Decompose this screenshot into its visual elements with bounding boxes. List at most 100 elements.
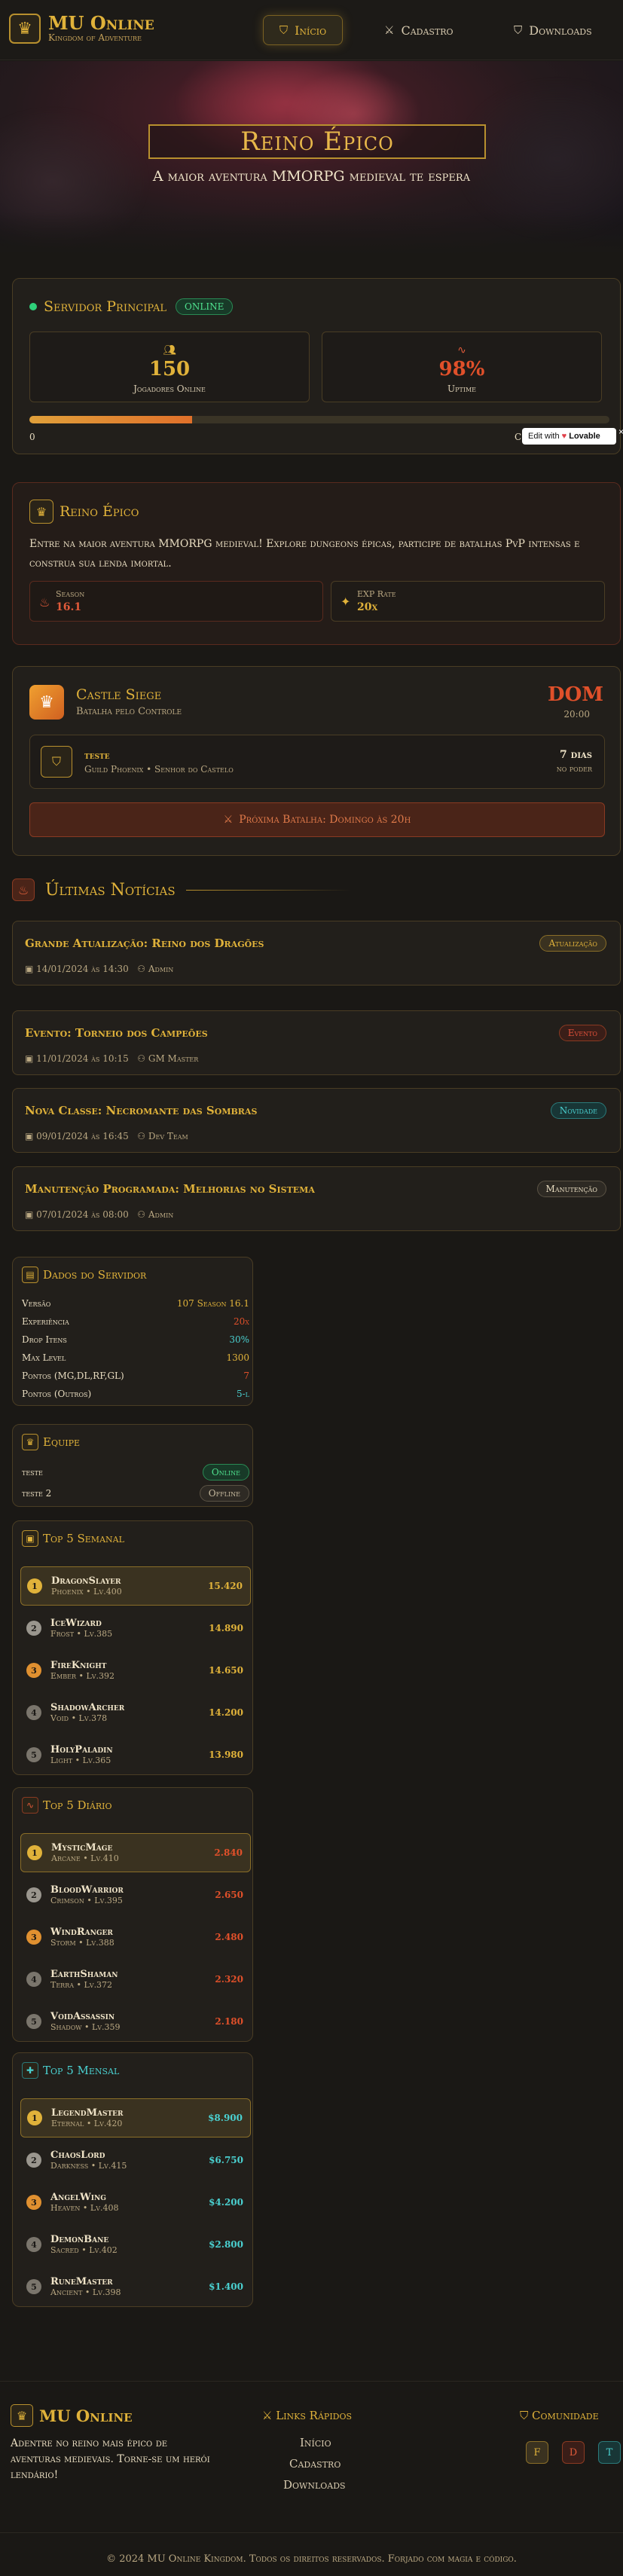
- rank-badge: 2: [26, 1887, 41, 1902]
- user-icon: ⚇: [137, 1131, 146, 1141]
- facebook-button[interactable]: F: [526, 2441, 548, 2464]
- sword-icon: ⚔: [384, 23, 395, 37]
- reign-label: no poder: [556, 764, 592, 774]
- ranking-row[interactable]: 3 WindRanger Storm • Lv.388 2.480: [20, 1917, 251, 1957]
- ranking-row[interactable]: 2 BloodWarrior Crimson • Lv.395 2.650: [20, 1875, 251, 1914]
- player-info: Eternal • Lv.420: [51, 2119, 123, 2128]
- player-info: Ember • Lv.392: [50, 1671, 115, 1681]
- flame-icon: ♨: [39, 595, 50, 610]
- rank-badge: 2: [26, 1621, 41, 1636]
- server-status-card: Servidor Principal ONLINE 👥︎ 150 Jogador…: [12, 278, 623, 454]
- bar-max: C: [515, 432, 522, 442]
- rank-badge: 4: [26, 2237, 41, 2252]
- logo-subtitle: Kingdom of Adventure: [48, 32, 142, 43]
- rank-badge: 2: [26, 2153, 41, 2168]
- twitter-button[interactable]: T: [598, 2441, 621, 2464]
- season-box: ♨ Season 16.1: [29, 581, 323, 622]
- status-dot: [29, 303, 37, 310]
- ranking-row[interactable]: 1 MysticMage Arcane • Lv.410 2.840: [20, 1833, 251, 1872]
- ranking-row[interactable]: 2 ChaosLord Darkness • Lv.415 $6.750: [20, 2141, 251, 2180]
- nav-cadastro[interactable]: ⚔ Cadastro: [371, 15, 467, 45]
- player-info: Arcane • Lv.410: [51, 1853, 119, 1863]
- ranking-row[interactable]: 5 HolyPaladin Light • Lv.365 13.980: [20, 1735, 251, 1774]
- nav-downloads[interactable]: ⛉ Downloads: [500, 15, 606, 45]
- next-battle-button[interactable]: ⚔ Próxima Batalha: Domingo às 20h: [29, 802, 605, 837]
- player-name: IceWizard: [50, 1618, 102, 1629]
- player-name: MysticMage: [51, 1842, 113, 1853]
- sword-icon: ⚔: [223, 814, 234, 826]
- users-icon: 👥︎: [163, 344, 176, 356]
- user-icon: ⚇: [137, 1053, 146, 1064]
- shield-icon: ⛉: [41, 746, 72, 778]
- footer: ♛ MU Online Adentre no reino mais épico …: [0, 2381, 623, 2576]
- ranking-row[interactable]: 1 LegendMaster Eternal • Lv.420 $8.900: [20, 2098, 251, 2137]
- rank-badge: 5: [26, 2014, 41, 2029]
- rank-badge: 5: [26, 2279, 41, 2294]
- owner-guild: Guild Phoenix • Senhor do Castelo: [84, 764, 234, 775]
- shield-icon: ⛉: [520, 2409, 529, 2422]
- server-title: Servidor Principal: [44, 298, 167, 315]
- ranking-row[interactable]: 4 DemonBane Sacred • Lv.402 $2.800: [20, 2225, 251, 2264]
- calendar-icon: ▣: [22, 1530, 38, 1547]
- edit-with-lovable-badge[interactable]: Edit with ♥ Lovable: [522, 428, 616, 445]
- calendar-icon: ▣: [25, 964, 34, 974]
- activity-icon: ∿: [457, 344, 466, 356]
- player-info: Heaven • Lv.408: [50, 2203, 119, 2213]
- player-points: 2.840: [214, 1847, 243, 1858]
- exp-box: ✦ EXP Rate 20x: [331, 581, 605, 622]
- ranking-row[interactable]: 4 ShadowArcher Void • Lv.378 14.200: [20, 1693, 251, 1732]
- ranking-row[interactable]: 3 AngelWing Heaven • Lv.408 $4.200: [20, 2183, 251, 2222]
- footer-link-inicio[interactable]: Início: [300, 2436, 331, 2449]
- siege-day: DOM: [548, 683, 603, 706]
- player-info: Void • Lv.378: [50, 1713, 108, 1723]
- player-info: Frost • Lv.385: [50, 1629, 113, 1639]
- player-info: Darkness • Lv.415: [50, 2161, 127, 2171]
- ranking-row[interactable]: 4 EarthShaman Terra • Lv.372 2.320: [20, 1960, 251, 1999]
- players-stat: 👥︎ 150 Jogadores Online: [29, 332, 310, 402]
- bar-min: 0: [29, 432, 35, 442]
- ranking-row[interactable]: 5 VoidAssassin Shadow • Lv.359 2.180: [20, 2002, 251, 2041]
- news-item[interactable]: Evento: Torneio dos Campeões Evento ▣ 11…: [12, 1010, 621, 1075]
- ranking-row[interactable]: 2 IceWizard Frost • Lv.385 14.890: [20, 1609, 251, 1648]
- player-points: $8.900: [208, 2113, 243, 2123]
- hero-banner: Reino Épico A maior aventura MMORPG medi…: [0, 61, 623, 255]
- player-name: FireKnight: [50, 1660, 107, 1671]
- footer-link-cadastro[interactable]: Cadastro: [289, 2457, 341, 2471]
- player-name: WindRanger: [50, 1927, 113, 1938]
- ranking-row[interactable]: 5 RuneMaster Ancient • Lv.398 $1.400: [20, 2267, 251, 2306]
- rank-badge: 1: [27, 2110, 42, 2125]
- player-name: AngelWing: [50, 2192, 106, 2203]
- player-info: Light • Lv.365: [50, 1756, 111, 1765]
- castle-subtitle: Batalha pelo Controle: [76, 706, 182, 717]
- ranking-row[interactable]: 3 FireKnight Ember • Lv.392 14.650: [20, 1651, 251, 1690]
- news-item[interactable]: Manutenção Programada: Melhorias no Sist…: [12, 1166, 621, 1231]
- rank-badge: 1: [27, 1845, 42, 1860]
- news-tag: Atualização: [539, 935, 606, 952]
- user-icon: ⚇: [137, 1209, 146, 1220]
- logo-title: MU Online: [48, 12, 154, 34]
- footer-about: Adentre no reino mais épico de aventuras…: [11, 2437, 210, 2481]
- footer-link-downloads[interactable]: Downloads: [283, 2478, 346, 2492]
- crown-icon: ♛: [29, 500, 53, 524]
- news-item[interactable]: Nova Classe: Necromante das Sombras Novi…: [12, 1088, 621, 1153]
- ranking-row[interactable]: 1 DragonSlayer Phoenix • Lv.400 15.420: [20, 1566, 251, 1606]
- intro-card: ♛ Reino Épico Entre na maior aventura MM…: [12, 482, 621, 645]
- nav-inicio[interactable]: ⛉ Início: [263, 15, 343, 45]
- intro-text: Entre na maior aventura MMORPG medieval!…: [29, 538, 580, 570]
- top-monthly-card: ✚ Top 5 Mensal 1 LegendMaster Eternal • Lv.…: [12, 2052, 253, 2307]
- top-navbar: ♛ MU Online Kingdom of Adventure ⛉ Início…: [0, 0, 623, 60]
- news-tag: Manutenção: [536, 1181, 606, 1197]
- close-icon[interactable]: ×: [618, 426, 623, 437]
- news-item[interactable]: Grande Atualização: Reino dos Dragões At…: [12, 921, 621, 985]
- plus-icon: ✚: [22, 2062, 38, 2079]
- rank-badge: 4: [26, 1972, 41, 1987]
- footer-brand: MU Online: [39, 2406, 133, 2425]
- discord-button[interactable]: D: [562, 2441, 585, 2464]
- player-info: Crimson • Lv.395: [50, 1896, 123, 1905]
- site-logo[interactable]: ♛ MU Online Kingdom of Adventure: [9, 14, 154, 44]
- siege-time: 20:00: [563, 709, 590, 720]
- player-points: $1.400: [209, 2281, 243, 2292]
- player-info: Shadow • Lv.359: [50, 2022, 121, 2032]
- player-points: 2.180: [215, 2016, 243, 2027]
- owner-name: teste: [84, 750, 110, 762]
